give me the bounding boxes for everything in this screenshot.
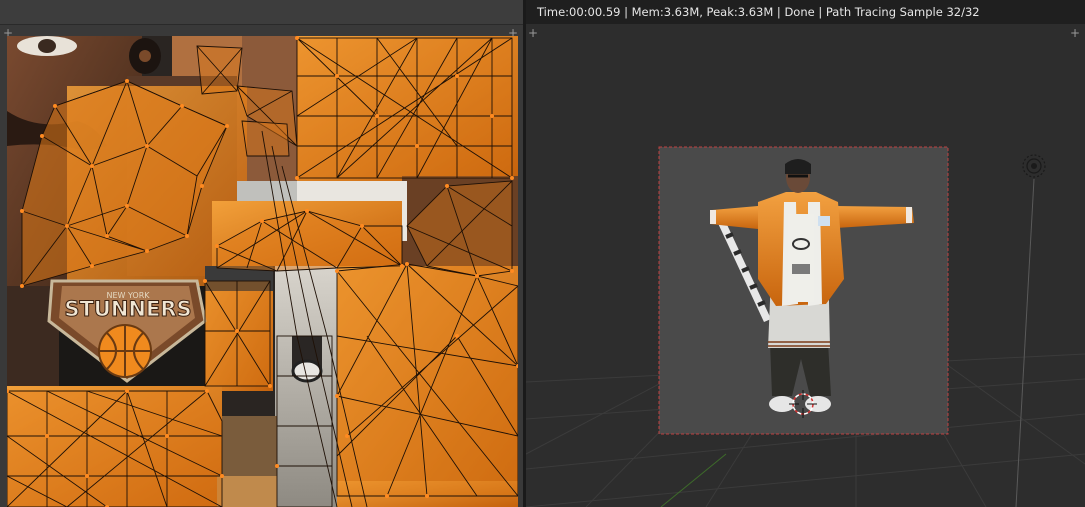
- render-status-bar: Time:00:00.59 | Mem:3.63M, Peak:3.63M | …: [526, 0, 1085, 24]
- 3d-viewport-canvas[interactable]: [526, 24, 1085, 507]
- uv-texture-canvas[interactable]: NEW YORK STUNNERS: [7, 36, 518, 507]
- light-icon[interactable]: [1022, 154, 1046, 178]
- logo-text: STUNNERS: [64, 297, 191, 321]
- 3d-viewport-area[interactable]: Time:00:00.59 | Mem:3.63M, Peak:3.63M | …: [526, 0, 1085, 507]
- light-direction-line: [1015, 178, 1035, 507]
- uv-editor-header[interactable]: [0, 0, 523, 25]
- y-axis-line: [660, 453, 727, 507]
- uv-editor-area[interactable]: + + NEW YORK STUNNERS: [0, 0, 523, 507]
